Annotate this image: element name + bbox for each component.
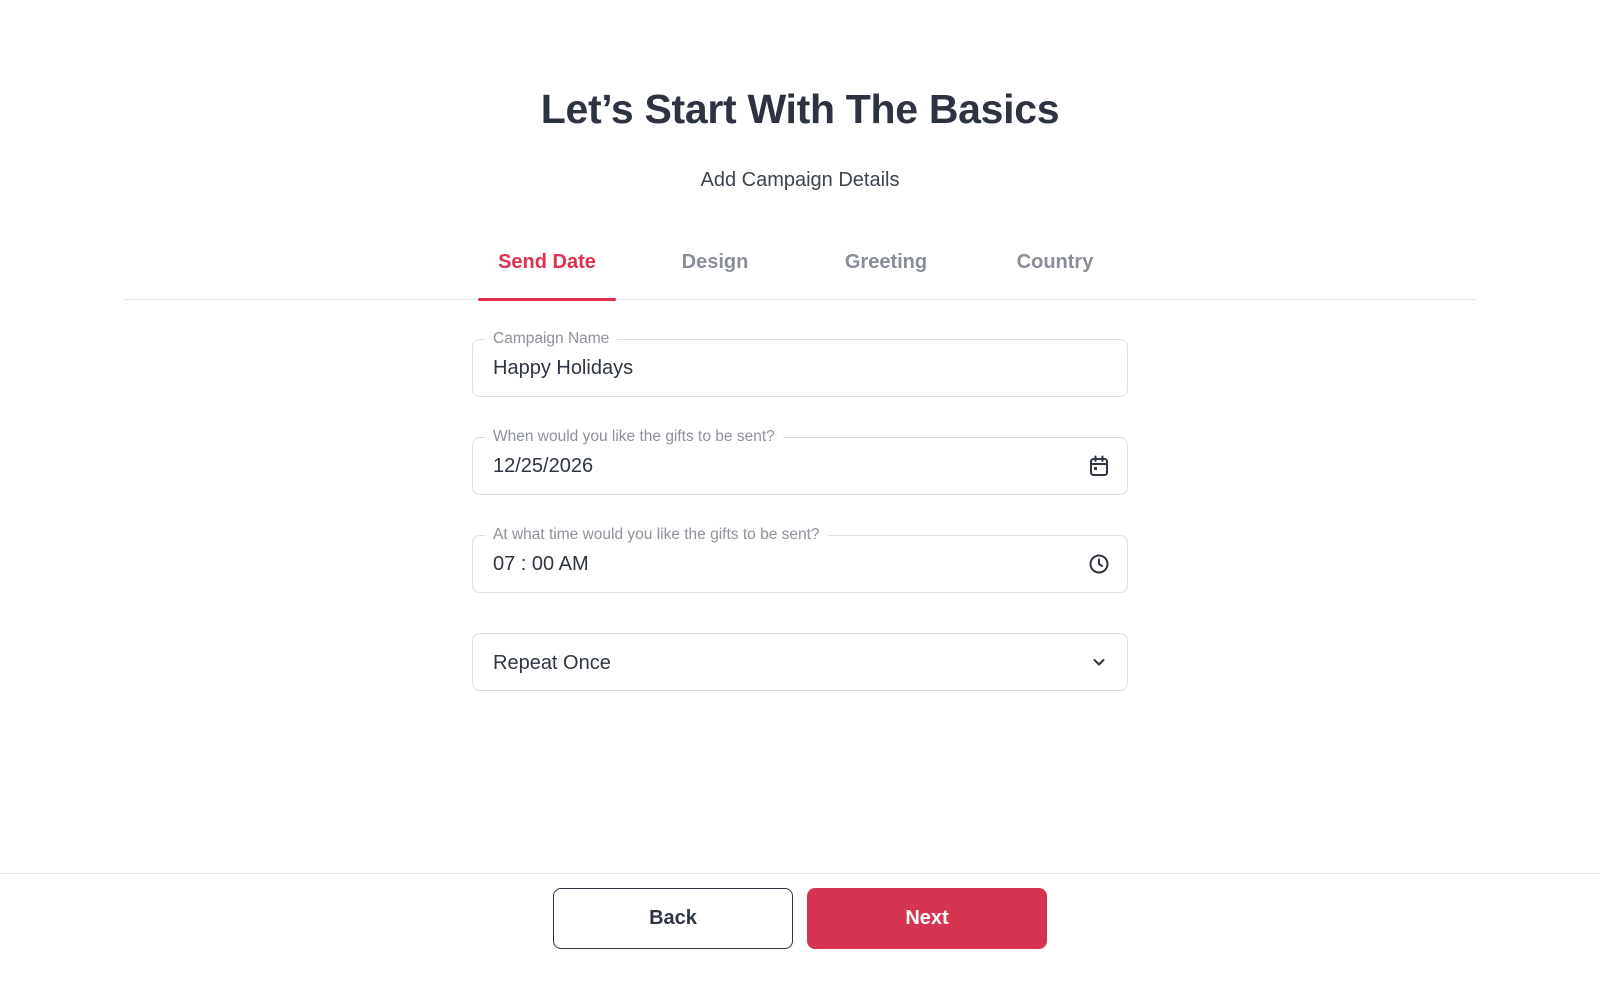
next-button[interactable]: Next: [807, 888, 1047, 949]
calendar-icon[interactable]: [1087, 454, 1111, 478]
send-date-input[interactable]: [493, 438, 1053, 493]
campaign-name-input[interactable]: [493, 340, 1053, 395]
tab-country[interactable]: Country: [998, 240, 1112, 300]
tab-greeting[interactable]: Greeting: [824, 240, 948, 300]
tab-send-date[interactable]: Send Date: [478, 240, 616, 301]
tab-design[interactable]: Design: [660, 240, 770, 300]
chevron-down-icon[interactable]: [1087, 650, 1111, 674]
footer-strip: [0, 958, 1600, 1000]
repeat-select[interactable]: Repeat Once: [472, 633, 1128, 691]
send-date-field: When would you like the gifts to be sent…: [472, 427, 1128, 495]
back-button[interactable]: Back: [553, 888, 793, 949]
send-time-field: At what time would you like the gifts to…: [472, 525, 1128, 593]
campaign-name-field: Campaign Name: [472, 329, 1128, 397]
clock-icon[interactable]: [1087, 552, 1111, 576]
footer-bar: Back Next: [0, 873, 1600, 958]
page-subtitle: Add Campaign Details: [700, 169, 900, 191]
send-time-input[interactable]: [493, 536, 1053, 591]
page-title: Let’s Start With The Basics: [540, 86, 1060, 132]
repeat-select-value: Repeat Once: [493, 652, 611, 674]
tabs-bar: Send Date Design Greeting Country: [124, 240, 1476, 301]
